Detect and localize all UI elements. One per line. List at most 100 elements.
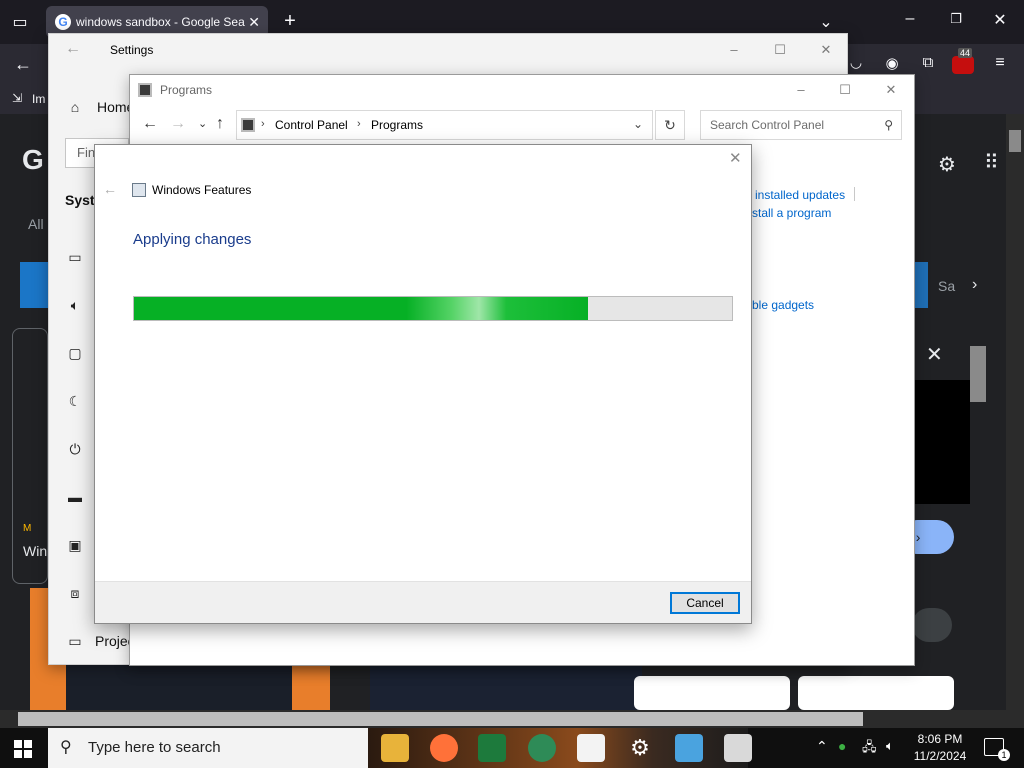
import-bookmarks-label[interactable]: Im	[32, 92, 45, 106]
storage-icon[interactable]: ▬	[65, 487, 85, 507]
card-label-small: M	[23, 523, 32, 534]
account-icon[interactable]: ◉	[882, 54, 902, 72]
tab-all[interactable]: All	[28, 216, 44, 232]
tablet-icon[interactable]: ▣	[65, 535, 85, 555]
address-bar[interactable]: › Control Panel › Programs ⌄	[236, 110, 653, 140]
extensions-icon[interactable]: ⧉	[918, 54, 938, 71]
new-tab-icon[interactable]: +	[280, 10, 300, 33]
sandbox-app-icon[interactable]	[478, 734, 506, 762]
page-vertical-scrollbar[interactable]	[970, 114, 1024, 710]
programs-forward-icon[interactable]: →	[170, 115, 186, 133]
uninstall-program-link[interactable]: stall a program	[752, 206, 831, 220]
tweet-card-1[interactable]	[634, 676, 790, 710]
dialog-back-icon[interactable]: ←	[103, 181, 117, 197]
network-icon[interactable]: 🖧︎	[862, 738, 877, 760]
volume-icon[interactable]: 🔈︎	[886, 738, 894, 754]
taskbar-clock[interactable]: 8:06 PM 11/2/2024	[908, 731, 972, 765]
sound-icon[interactable]: 🔈︎	[65, 295, 85, 315]
programs-title: Programs	[160, 83, 213, 97]
address-cp-icon	[241, 118, 255, 132]
settings-close-icon[interactable]: ✕	[803, 34, 849, 66]
show-hidden-icons-icon[interactable]: ⌃	[816, 738, 828, 755]
video-thumbnail-2[interactable]	[370, 662, 642, 710]
people-app-icon[interactable]	[528, 734, 556, 762]
google-logo[interactable]: G	[22, 144, 44, 176]
result-card[interactable]: M Win	[12, 328, 48, 584]
programs-minimize-icon[interactable]: –	[778, 75, 824, 105]
windows-features-taskbar-icon[interactable]	[724, 734, 752, 762]
projecting-icon[interactable]: ▭	[65, 631, 85, 651]
settings-title: Settings	[110, 43, 154, 57]
focus-assist-icon[interactable]: ☾	[65, 391, 85, 411]
search-placeholder: Search Control Panel	[710, 118, 825, 132]
video-preview	[912, 380, 970, 504]
firefox-icon[interactable]	[430, 734, 458, 762]
video-frame	[66, 662, 292, 710]
dismiss-icon[interactable]: ✕	[926, 342, 943, 367]
list-tabs-icon[interactable]: ⌄	[816, 12, 836, 32]
control-panel-taskbar-icon[interactable]	[675, 734, 703, 762]
menu-icon[interactable]: ≡	[990, 54, 1010, 72]
progress-bar	[133, 296, 733, 321]
settings-icon[interactable]: ⚙	[626, 734, 654, 762]
ublock-icon[interactable]: 44	[952, 48, 974, 74]
back-icon[interactable]: ←	[12, 54, 34, 75]
taskbar: ⚲ Type here to search ⚙ ⌃ ● 🖧︎ 🔈︎ 8:06 P…	[0, 728, 1024, 768]
close-icon[interactable]: ✕	[990, 10, 1010, 30]
recent-locations-icon[interactable]: ⌄	[198, 117, 207, 130]
breadcrumb-control-panel[interactable]: Control Panel	[275, 118, 348, 132]
search-icon[interactable]: ⚲	[884, 111, 893, 139]
settings-maximize-icon[interactable]: ☐	[757, 34, 803, 66]
tweet-card-2[interactable]	[798, 676, 954, 710]
programs-back-icon[interactable]: ←	[142, 115, 158, 133]
programs-close-icon[interactable]: ✕	[868, 75, 914, 105]
taskbar-search-icon: ⚲	[60, 739, 72, 756]
image-thumbnail[interactable]	[20, 262, 50, 308]
view-installed-updates-link[interactable]: installed updates	[755, 188, 845, 202]
breadcrumb-separator-icon[interactable]: ›	[357, 118, 361, 130]
panel-scroll-thumb[interactable]	[970, 346, 986, 402]
up-icon[interactable]: ↑	[216, 115, 224, 133]
taskbar-search-box[interactable]: ⚲ Type here to search	[48, 728, 368, 768]
horizontal-scrollbar[interactable]	[0, 710, 1024, 728]
settings-back-icon[interactable]: ←	[65, 40, 81, 58]
display-icon[interactable]: ▭	[65, 247, 85, 267]
search-control-panel-input[interactable]: Search Control Panel ⚲	[700, 110, 902, 140]
cancel-button[interactable]: Cancel	[670, 592, 740, 614]
card-label: Win	[23, 543, 48, 559]
horizontal-scroll-thumb[interactable]	[18, 712, 863, 726]
dialog-close-icon[interactable]: ✕	[729, 149, 742, 167]
multitasking-icon[interactable]: ⧈	[65, 583, 85, 603]
minimize-icon[interactable]: –	[900, 10, 920, 28]
side-text: Sa	[938, 278, 956, 294]
taskbar-search-placeholder: Type here to search	[88, 739, 221, 756]
chevron-right-icon[interactable]: ›	[972, 276, 977, 294]
refresh-icon[interactable]: ↻	[655, 110, 685, 140]
vertical-scroll-thumb[interactable]	[1009, 130, 1021, 152]
store-icon[interactable]	[577, 734, 605, 762]
power-icon[interactable]: ⏻	[65, 439, 85, 459]
file-explorer-icon[interactable]	[381, 734, 409, 762]
desktop-gadgets-link[interactable]: ble gadgets	[752, 298, 814, 312]
secondary-button[interactable]	[912, 608, 952, 642]
pocket-icon[interactable]: ◡	[846, 54, 866, 71]
home-icon: ⌂	[70, 99, 80, 115]
settings-minimize-icon[interactable]: –	[711, 34, 757, 66]
address-dropdown-icon[interactable]: ⌄	[633, 117, 643, 131]
progress-fill	[134, 297, 589, 320]
tab-overview-icon[interactable]: ▭	[10, 12, 30, 32]
people-tray-icon[interactable]: ●	[838, 738, 846, 754]
notifications-icon[interactable]: ▢	[65, 343, 85, 363]
settings-gear-icon[interactable]: ⚙	[938, 152, 956, 177]
notification-count: 44	[958, 48, 973, 58]
programs-maximize-icon[interactable]: ☐	[822, 75, 868, 105]
breadcrumb-programs[interactable]: Programs	[371, 118, 423, 132]
windows-features-icon	[132, 183, 146, 197]
action-center-icon[interactable]: 1	[984, 738, 1010, 761]
dialog-title: Windows Features	[152, 183, 252, 197]
notification-badge: 1	[998, 749, 1010, 761]
restore-icon[interactable]: ❐	[946, 11, 966, 27]
apps-grid-icon[interactable]: ⠿	[984, 150, 999, 175]
start-windows-icon[interactable]	[14, 740, 32, 758]
import-bookmarks-icon[interactable]: ⇲	[12, 91, 22, 105]
